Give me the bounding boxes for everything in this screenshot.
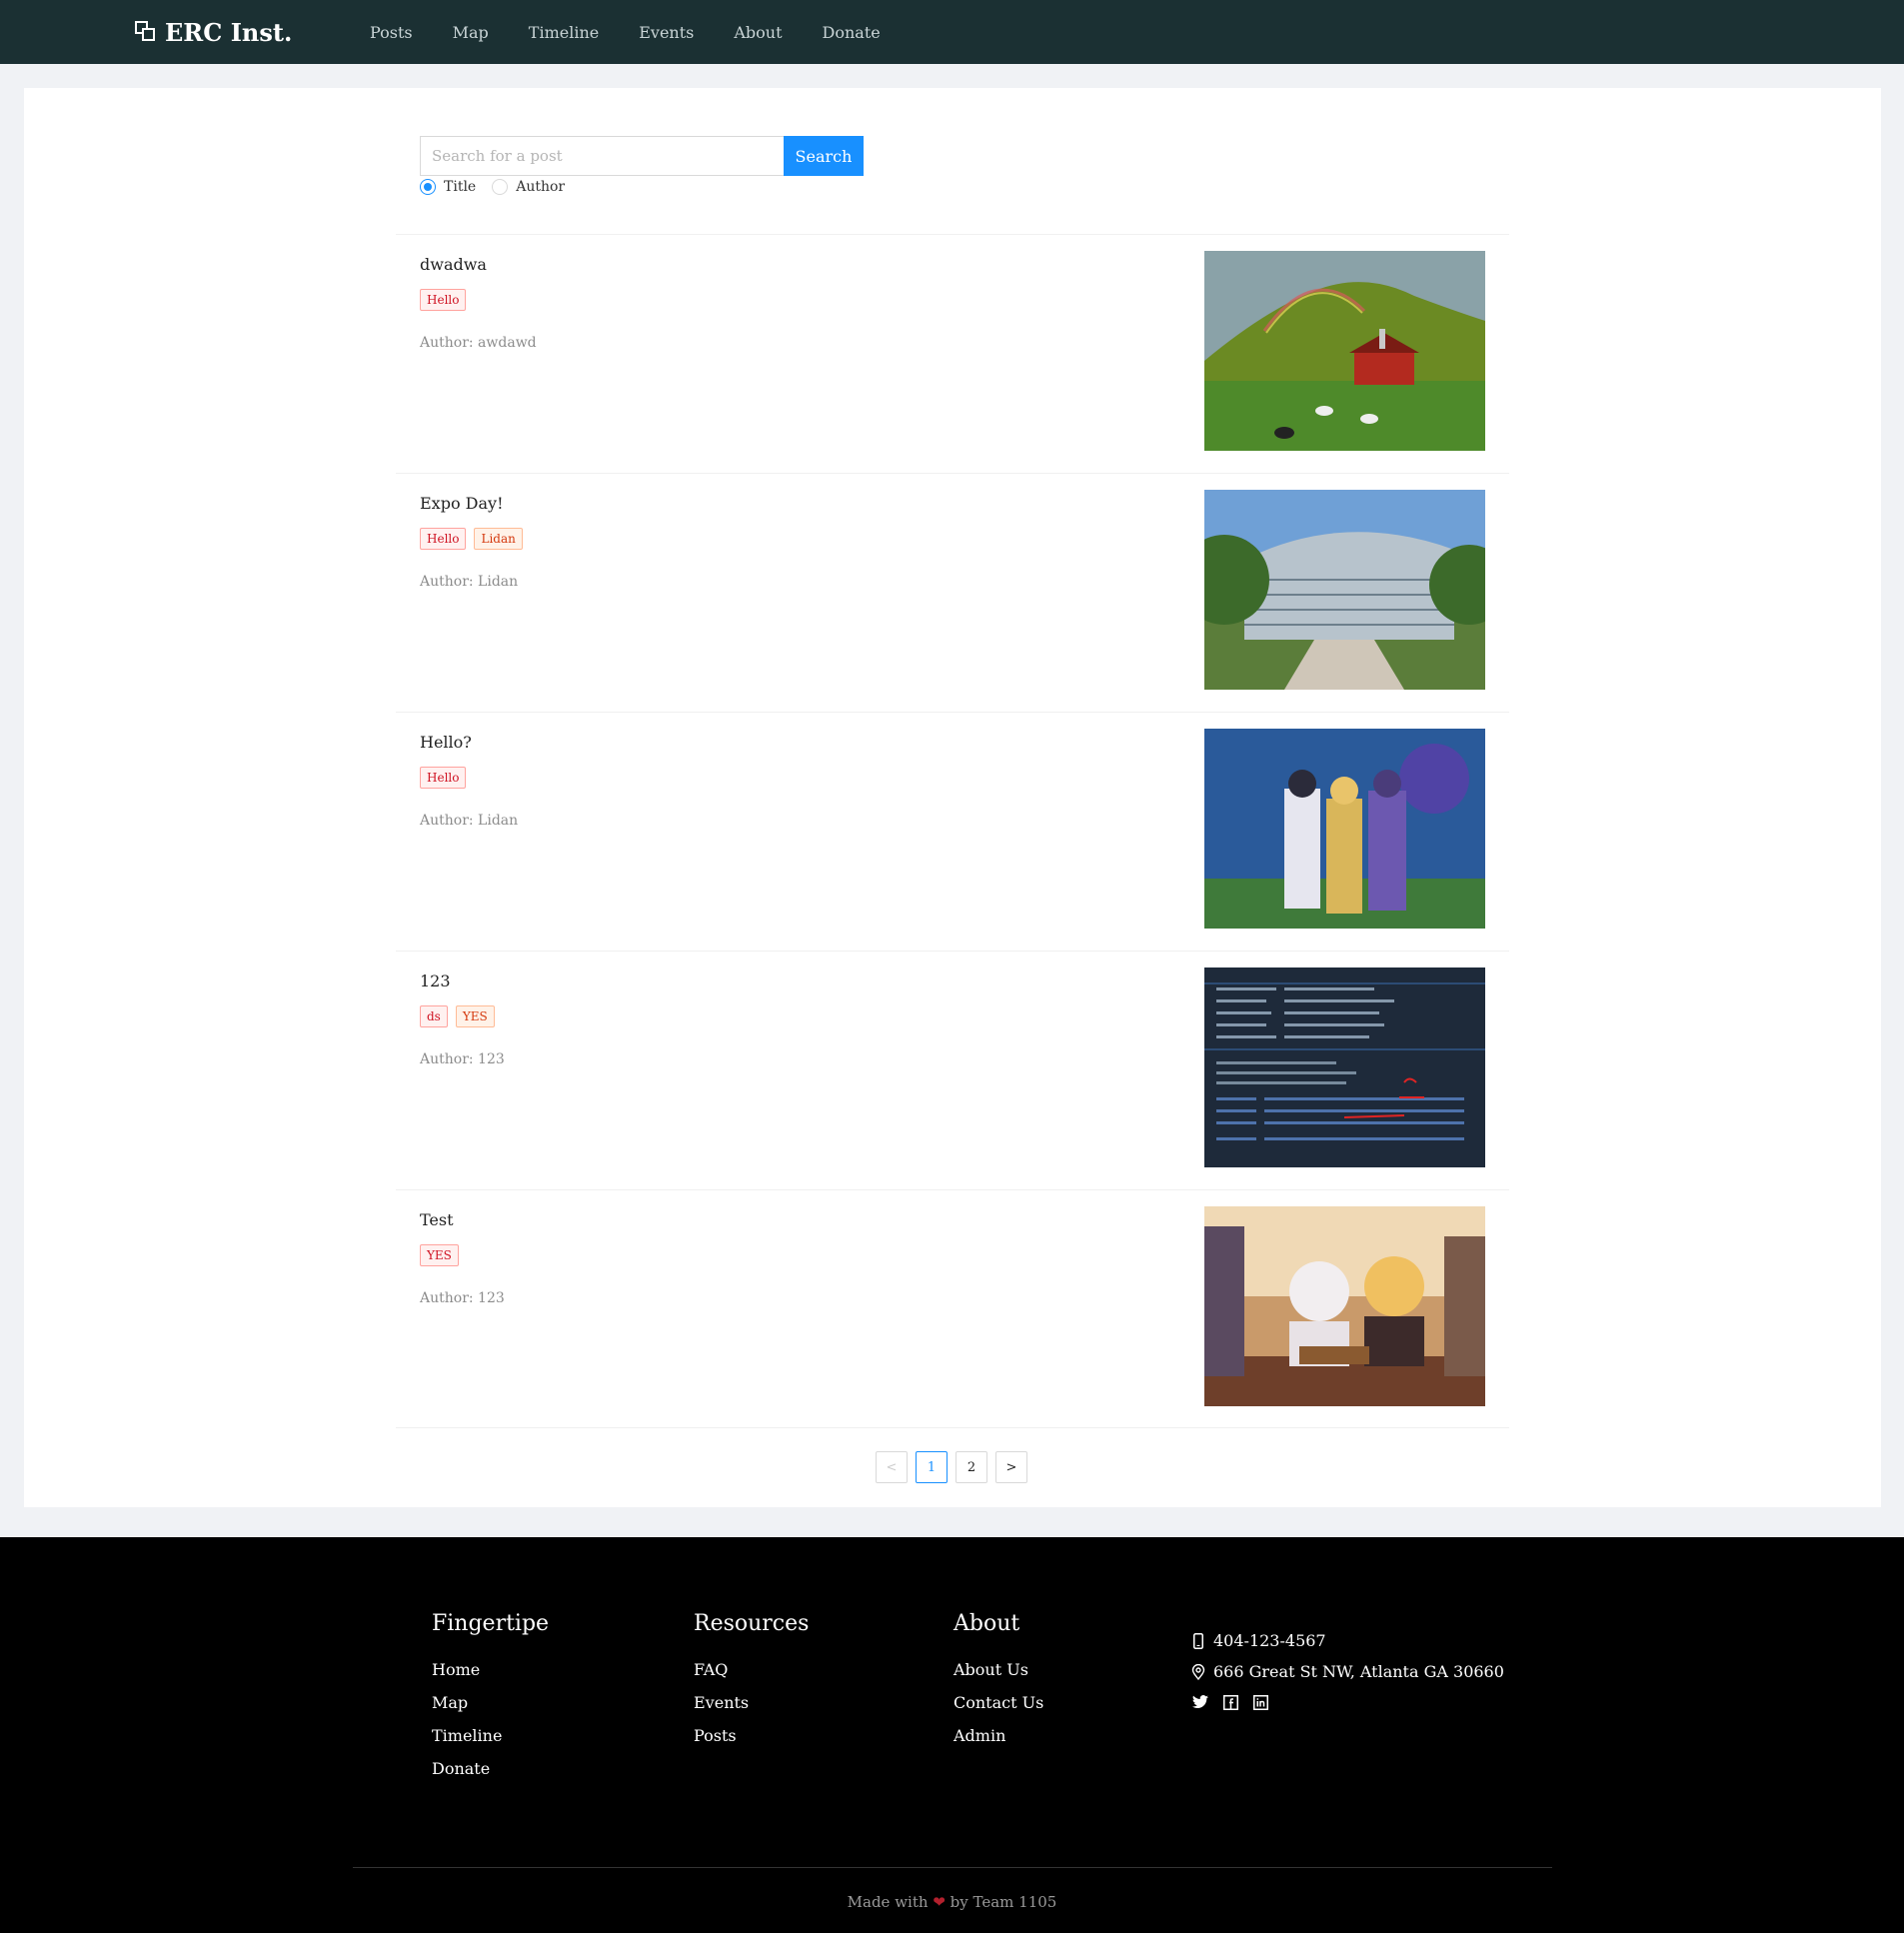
post-title[interactable]: Expo Day!	[420, 494, 504, 513]
post-tags: YES	[420, 1244, 467, 1266]
radio-author-label: Author	[516, 179, 566, 195]
nav-about[interactable]: About	[734, 23, 782, 42]
post-thumbnail[interactable]	[1204, 1206, 1485, 1406]
post-thumbnail[interactable]	[1204, 251, 1485, 451]
post-author: Author: 123	[420, 1051, 505, 1067]
tag[interactable]: Hello	[420, 289, 467, 311]
post-title[interactable]: 123	[420, 971, 451, 990]
tag[interactable]: Hello	[420, 767, 467, 789]
footer-link-admin[interactable]: Admin	[953, 1726, 1043, 1745]
footer-heading: About	[953, 1611, 1020, 1636]
location-icon	[1191, 1663, 1205, 1680]
page-2-button[interactable]: 2	[955, 1451, 987, 1483]
next-page-button[interactable]: >	[995, 1451, 1027, 1483]
post-title[interactable]: dwadwa	[420, 255, 487, 274]
post-author: Author: Lidan	[420, 813, 519, 829]
content-card: Search Title Author dwadwa Hello Author:…	[24, 88, 1881, 1507]
radio-title[interactable]: Title	[420, 179, 476, 195]
social-links	[1191, 1693, 1504, 1711]
footer-link-about-us[interactable]: About Us	[953, 1660, 1043, 1679]
made-with-credit: Made with ❤ by Team 1105	[0, 1893, 1904, 1911]
post-author: Author: Lidan	[420, 574, 519, 590]
post-item[interactable]: Test YES Author: 123	[396, 1189, 1509, 1428]
radio-title-label: Title	[444, 179, 477, 195]
heart-icon: ❤	[933, 1893, 946, 1911]
tag[interactable]: Lidan	[474, 528, 523, 550]
post-author: Author: awdawd	[420, 335, 537, 351]
nav-posts[interactable]: Posts	[370, 23, 413, 42]
post-tags: Hello	[420, 289, 474, 311]
tag[interactable]: ds	[420, 1005, 448, 1027]
nav-map[interactable]: Map	[453, 23, 489, 42]
post-title[interactable]: Hello?	[420, 733, 472, 752]
post-item[interactable]: Hello? Hello Author: Lidan	[396, 712, 1509, 951]
footer-link-contact-us[interactable]: Contact Us	[953, 1693, 1043, 1712]
footer-link-timeline[interactable]: Timeline	[432, 1726, 549, 1745]
radio-author[interactable]: Author	[492, 179, 565, 195]
brand-logo[interactable]: ERC Inst.	[135, 17, 292, 47]
footer-column-about: About About Us Contact Us Admin	[953, 1611, 1043, 1759]
linkedin-icon[interactable]	[1251, 1693, 1269, 1711]
tag[interactable]: YES	[420, 1244, 459, 1266]
post-thumbnail[interactable]	[1204, 729, 1485, 929]
post-item[interactable]: Expo Day! Hello Lidan Author: Lidan	[396, 473, 1509, 712]
footer-link-faq[interactable]: FAQ	[694, 1660, 809, 1679]
search-mode-radios: Title Author	[420, 178, 581, 196]
logo-icon	[135, 21, 157, 43]
footer-link-posts[interactable]: Posts	[694, 1726, 809, 1745]
footer-column-fingertipe: Fingertipe Home Map Timeline Donate	[432, 1611, 549, 1792]
footer-heading: Fingertipe	[432, 1611, 550, 1636]
footer-heading: Resources	[694, 1611, 810, 1636]
footer-contact: 404-123-4567 666 Great St NW, Atlanta GA…	[1191, 1631, 1504, 1711]
footer-link-home[interactable]: Home	[432, 1660, 549, 1679]
nav-events[interactable]: Events	[639, 23, 694, 42]
page-1-button[interactable]: 1	[916, 1451, 948, 1483]
pagination: < 1 2 >	[876, 1451, 1035, 1483]
post-author: Author: 123	[420, 1290, 505, 1306]
footer-link-events[interactable]: Events	[694, 1693, 809, 1712]
post-thumbnail[interactable]	[1204, 490, 1485, 690]
search-button[interactable]: Search	[784, 136, 864, 176]
tag[interactable]: YES	[455, 1005, 495, 1027]
post-title[interactable]: Test	[420, 1210, 454, 1229]
search-input[interactable]	[420, 136, 784, 176]
post-tags: Hello	[420, 767, 474, 789]
nav-donate[interactable]: Donate	[823, 23, 881, 42]
radio-unchecked-icon	[492, 179, 509, 195]
radio-checked-icon	[420, 179, 436, 195]
footer-link-donate[interactable]: Donate	[432, 1759, 549, 1778]
post-item[interactable]: dwadwa Hello Author: awdawd	[396, 234, 1509, 473]
main-nav: Posts Map Timeline Events About Donate	[370, 0, 921, 64]
footer-link-map[interactable]: Map	[432, 1693, 549, 1712]
made-with-suffix: by Team 1105	[950, 1893, 1057, 1911]
post-list: dwadwa Hello Author: awdawd Expo Day! He…	[396, 234, 1509, 1428]
nav-timeline[interactable]: Timeline	[529, 23, 599, 42]
post-tags: Hello Lidan	[420, 528, 531, 550]
search-bar: Search	[420, 136, 864, 176]
brand-name: ERC Inst.	[165, 17, 293, 47]
post-tags: ds YES	[420, 1005, 503, 1027]
footer-divider	[353, 1867, 1552, 1868]
phone-icon	[1191, 1632, 1205, 1649]
site-footer: Fingertipe Home Map Timeline Donate Reso…	[0, 1537, 1904, 1933]
twitter-icon[interactable]	[1191, 1693, 1209, 1711]
prev-page-button[interactable]: <	[876, 1451, 908, 1483]
address: 666 Great St NW, Atlanta GA 30660	[1213, 1662, 1504, 1681]
phone-number: 404-123-4567	[1213, 1631, 1326, 1650]
post-thumbnail[interactable]	[1204, 967, 1485, 1167]
tag[interactable]: Hello	[420, 528, 467, 550]
post-item[interactable]: 123 ds YES Author: 123	[396, 951, 1509, 1189]
footer-column-resources: Resources FAQ Events Posts	[694, 1611, 809, 1759]
made-with-prefix: Made with	[847, 1893, 929, 1911]
facebook-icon[interactable]	[1221, 1693, 1239, 1711]
top-navbar: ERC Inst. Posts Map Timeline Events Abou…	[0, 0, 1904, 64]
